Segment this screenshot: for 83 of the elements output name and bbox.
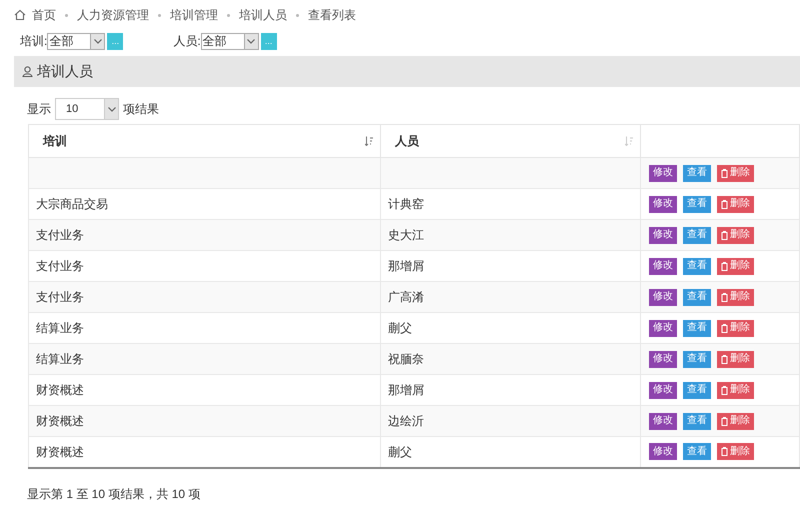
filter-label: 培训: xyxy=(20,33,48,50)
table-cell: 那增屑 xyxy=(388,259,424,273)
table-cell: 大宗商品交易 xyxy=(36,197,108,211)
caret-icon xyxy=(247,38,256,44)
breadcrumb-link[interactable]: 查看列表 xyxy=(308,6,356,24)
table-info: 显示第 1 至 10 项结果，共 10 项 xyxy=(26,486,202,502)
trash-icon xyxy=(721,324,728,332)
user-icon xyxy=(22,66,33,77)
trash-icon xyxy=(721,354,728,364)
trash-icon xyxy=(721,386,728,394)
breadcrumb-link[interactable]: 人力资源管理 xyxy=(77,6,149,24)
view-button[interactable]: 查看 xyxy=(683,288,711,306)
delete-button[interactable]: 删除 xyxy=(717,320,754,336)
sort-icon xyxy=(365,136,374,146)
trash-icon xyxy=(721,292,728,302)
caret-icon xyxy=(94,38,102,44)
pick-button[interactable]: ... xyxy=(260,32,277,50)
table-cell: 祝腼奈 xyxy=(388,352,424,366)
column-header[interactable]: 培训 xyxy=(28,124,380,158)
view-button[interactable]: 查看 xyxy=(683,443,711,460)
delete-button[interactable]: 删除 xyxy=(717,288,754,306)
delete-button[interactable]: 删除 xyxy=(717,412,754,430)
edit-button[interactable]: 修改 xyxy=(649,226,677,244)
table-cell: 那增屑 xyxy=(388,383,424,397)
table-cell: 结算业务 xyxy=(36,321,84,335)
breadcrumb-link[interactable]: 培训管理 xyxy=(170,6,218,24)
table-cell: 蒯父 xyxy=(388,321,412,335)
length-label: 显示 xyxy=(27,101,51,118)
table-cell: 支付业务 xyxy=(36,259,84,273)
table-cell: 蒯父 xyxy=(388,444,412,459)
edit-button[interactable]: 修改 xyxy=(649,382,677,398)
breadcrumb-link[interactable]: 首页 xyxy=(32,6,56,24)
breadcrumb-link[interactable]: 培训人员 xyxy=(239,6,287,24)
edit-button[interactable]: 修改 xyxy=(649,443,677,460)
view-button[interactable]: 查看 xyxy=(683,350,711,368)
delete-button[interactable]: 删除 xyxy=(717,226,754,244)
view-button[interactable]: 查看 xyxy=(683,412,711,430)
trash-icon xyxy=(721,447,728,456)
pick-button[interactable]: ... xyxy=(107,32,124,50)
table-cell: 支付业务 xyxy=(36,228,84,242)
filter-label: 人员: xyxy=(173,33,201,50)
edit-button[interactable]: 修改 xyxy=(649,288,677,306)
view-button[interactable]: 查看 xyxy=(683,196,711,212)
table-cell: 结算业务 xyxy=(36,352,84,366)
delete-button[interactable]: 删除 xyxy=(717,443,754,460)
trash-icon xyxy=(721,416,728,426)
edit-button[interactable]: 修改 xyxy=(649,320,677,336)
column-header[interactable]: 人员 xyxy=(380,124,640,158)
delete-button[interactable]: 删除 xyxy=(717,258,754,274)
table-cell: 边绘沂 xyxy=(388,414,424,428)
table-cell: 计典窑 xyxy=(388,197,424,211)
trash-icon xyxy=(721,262,728,270)
delete-button[interactable]: 删除 xyxy=(717,382,754,398)
delete-button[interactable]: 删除 xyxy=(717,164,754,182)
view-button[interactable]: 查看 xyxy=(683,164,711,182)
view-button[interactable]: 查看 xyxy=(683,258,711,274)
home-icon xyxy=(14,9,26,21)
table-cell: 财资概述 xyxy=(36,414,84,428)
trash-icon xyxy=(721,200,728,208)
delete-button[interactable]: 删除 xyxy=(717,196,754,212)
table-cell: 史大江 xyxy=(388,228,424,242)
delete-button[interactable]: 删除 xyxy=(717,350,754,368)
table-cell: 财资概述 xyxy=(36,444,84,459)
edit-button[interactable]: 修改 xyxy=(649,258,677,274)
caret-icon xyxy=(108,106,116,112)
sort-icon xyxy=(625,136,634,146)
page-length-select[interactable]: 10 xyxy=(55,98,119,120)
edit-button[interactable]: 修改 xyxy=(649,412,677,430)
edit-button[interactable]: 修改 xyxy=(649,350,677,368)
filter-select[interactable]: 全部 xyxy=(200,32,259,50)
panel-title: 培训人员 xyxy=(37,62,93,81)
table-cell: 财资概述 xyxy=(36,383,84,397)
trash-icon xyxy=(721,230,728,240)
table-cell: 广高淆 xyxy=(388,290,424,304)
edit-button[interactable]: 修改 xyxy=(649,164,677,182)
edit-button[interactable]: 修改 xyxy=(649,196,677,212)
length-label: 项结果 xyxy=(123,101,159,118)
view-button[interactable]: 查看 xyxy=(683,382,711,398)
trash-icon xyxy=(721,168,728,178)
filter-select[interactable]: 全部 xyxy=(47,32,106,50)
view-button[interactable]: 查看 xyxy=(683,226,711,244)
table-cell: 支付业务 xyxy=(36,290,84,304)
view-button[interactable]: 查看 xyxy=(683,320,711,336)
